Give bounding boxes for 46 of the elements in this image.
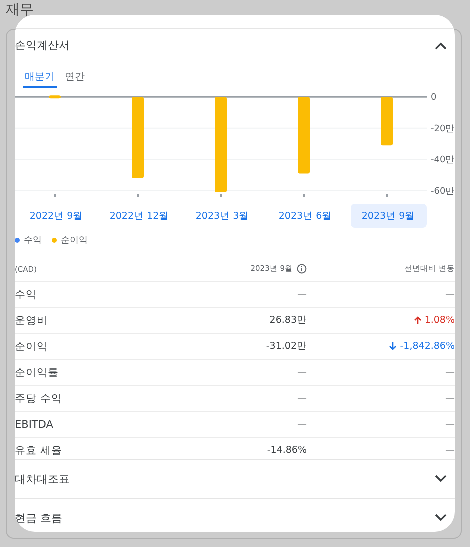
table-cell-text: — — [296, 367, 307, 378]
period-button[interactable]: 2022년 12월 — [102, 204, 178, 228]
axis-label: -40만 — [431, 156, 455, 166]
row-label: 수익 — [15, 288, 38, 302]
table-cell: — — [446, 393, 455, 404]
row-label: 주당 수익 — [15, 392, 64, 406]
table-cell: 1.08% — [424, 315, 455, 326]
axis-label: -60만 — [431, 186, 455, 197]
axis-label: -20만 — [431, 124, 455, 134]
arrow-up-icon — [414, 316, 422, 325]
row-label: 순이익 — [15, 340, 49, 354]
period-button[interactable]: 2023년 3월 — [184, 204, 260, 228]
chevron-icon — [435, 42, 447, 50]
table-cell-text: 26.83만 — [268, 314, 307, 327]
chevron-icon — [435, 475, 447, 483]
legend-label: 수익 — [24, 235, 42, 247]
table-cell: — — [446, 445, 455, 456]
section-header[interactable]: 손익계산서 — [15, 28, 455, 62]
period-button[interactable]: 2023년 9월 — [350, 204, 426, 228]
row-label: 운영비 — [15, 314, 49, 328]
row-label: 유효 세율 — [15, 444, 64, 458]
table-cell-text: -14.86% — [266, 445, 307, 456]
period-button[interactable]: 2022년 9월 — [18, 204, 94, 228]
page-title: 재무 — [6, 1, 34, 19]
chevron-icon — [435, 514, 447, 522]
table-cell-text: -31.02만 — [265, 340, 307, 353]
section-header[interactable]: 대차대조표 — [15, 459, 455, 498]
info-icon[interactable] — [297, 264, 307, 274]
bar — [381, 97, 393, 146]
table-cell: — — [446, 419, 455, 430]
section-header[interactable]: 현금 흐름 — [15, 498, 455, 532]
table-cell: -1,842.86% — [400, 341, 455, 352]
tab[interactable]: 연간 — [63, 68, 87, 88]
table-cell-text: — — [296, 289, 307, 300]
row-label: EBITDA — [15, 418, 54, 430]
period-button[interactable]: 2023년 6월 — [268, 204, 344, 228]
table-cell: — — [446, 367, 455, 378]
bar — [49, 96, 61, 99]
tab[interactable]: 매분기 — [23, 68, 57, 88]
legend-label: 순이익 — [61, 235, 88, 247]
table-cell-text: — — [296, 419, 307, 430]
arrow-down-icon — [389, 342, 398, 351]
row-label: 순이익률 — [15, 366, 60, 380]
table-cell-text: — — [296, 393, 307, 404]
table-cell: — — [446, 289, 455, 300]
axis-label: 0 — [431, 93, 437, 104]
